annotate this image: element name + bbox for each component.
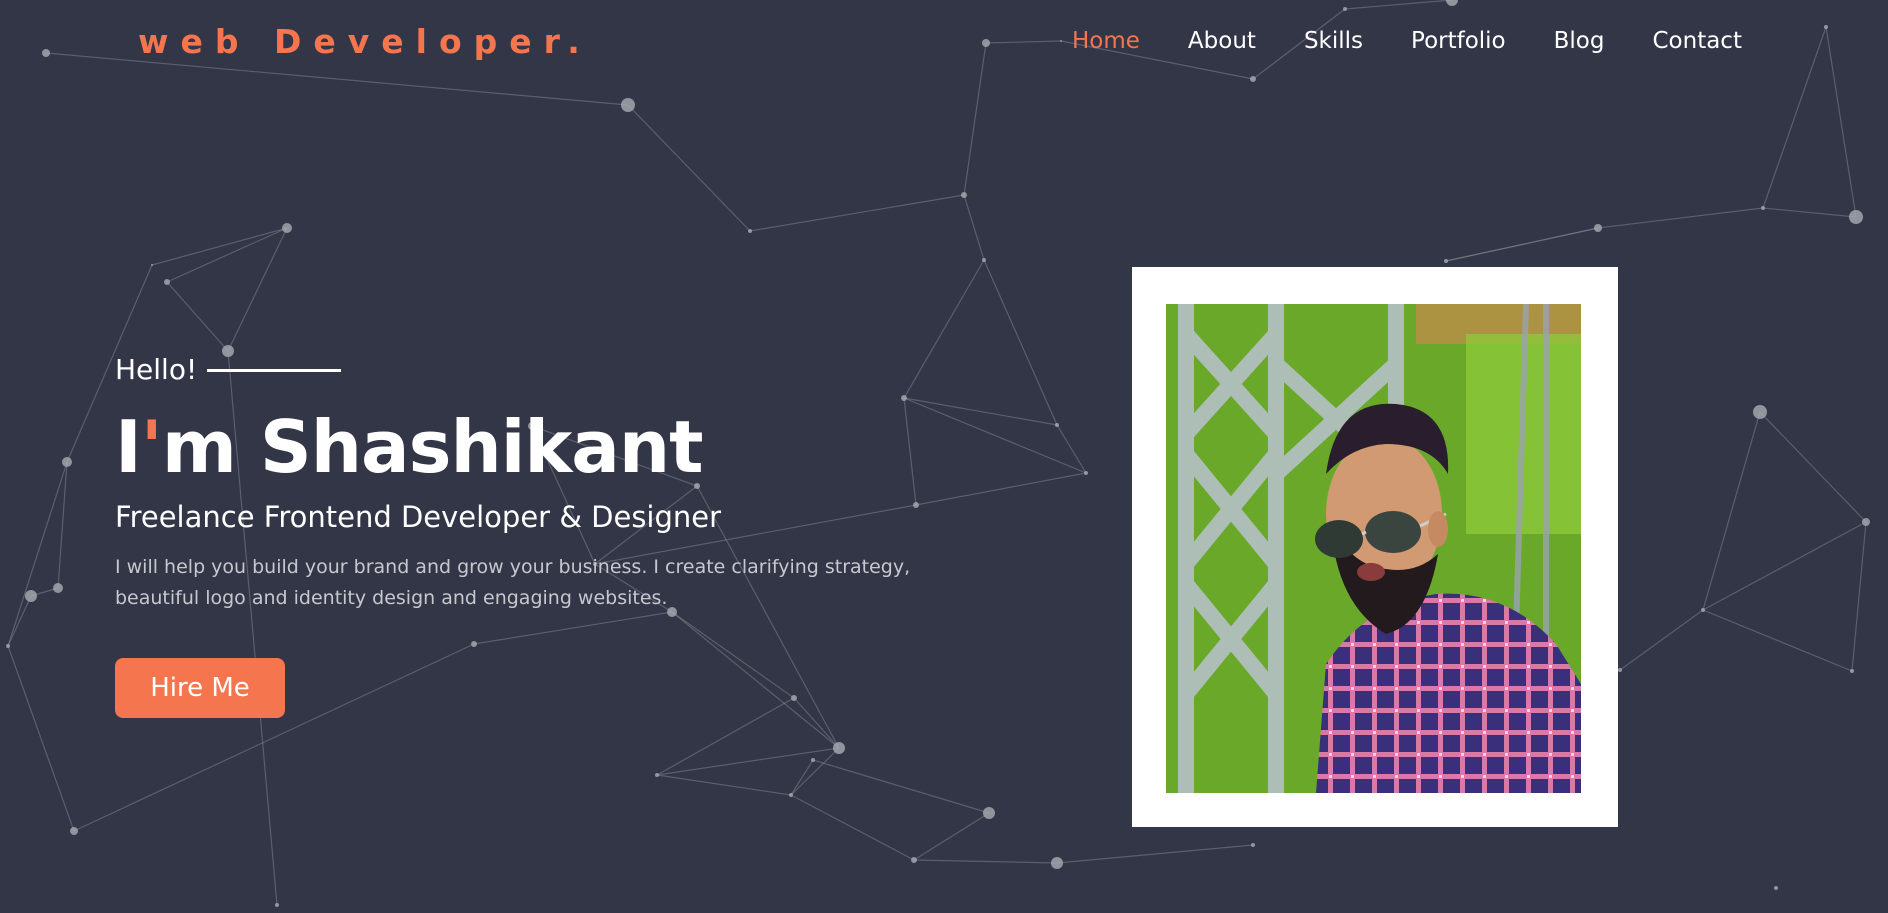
network-link (57, 461, 68, 589)
network-node (983, 807, 995, 819)
network-node (1849, 210, 1863, 224)
network-node (1824, 25, 1828, 29)
network-link (7, 461, 68, 647)
network-node (789, 793, 793, 797)
network-node (42, 49, 50, 57)
network-link (1762, 26, 1827, 209)
network-node (282, 223, 292, 233)
network-link (166, 281, 229, 352)
hero-name: I'm Shashikant (115, 406, 955, 488)
network-link (227, 227, 288, 352)
network-link (913, 859, 1058, 864)
network-link (166, 227, 288, 283)
network-link (985, 40, 1062, 44)
network-link (7, 645, 75, 832)
network-link (7, 595, 32, 647)
network-link (1344, 0, 1453, 10)
nav-home[interactable]: Home (1072, 28, 1140, 54)
greeting-row: Hello! (115, 350, 955, 388)
network-link (812, 759, 990, 814)
network-node (982, 258, 986, 262)
network-node (62, 457, 72, 467)
main-nav: Home About Skills Portfolio Blog Contact (1072, 28, 1742, 54)
network-node (275, 903, 279, 907)
photo-frame (1132, 267, 1618, 827)
nav-skills[interactable]: Skills (1304, 28, 1363, 54)
hero-section: Hello! I'm Shashikant Freelance Frontend… (115, 350, 955, 718)
network-node (70, 827, 78, 835)
greeting-underline (207, 368, 342, 372)
page: web Developer. Home About Skills Portfol… (0, 0, 1888, 913)
nav-portfolio[interactable]: Portfolio (1411, 28, 1506, 54)
network-link (1619, 609, 1704, 671)
network-node (811, 758, 815, 762)
nav-about[interactable]: About (1188, 28, 1256, 54)
network-node (961, 192, 967, 198)
name-apostrophe: ' (140, 405, 163, 489)
network-node (982, 39, 990, 47)
name-rest: m Shashikant (161, 405, 704, 489)
nav-blog[interactable]: Blog (1554, 28, 1605, 54)
network-link (151, 227, 288, 266)
network-node (151, 264, 153, 266)
network-link (790, 794, 915, 861)
network-node (1444, 259, 1448, 263)
greeting-text: Hello! (115, 352, 198, 386)
network-link (963, 194, 985, 261)
network-node (1055, 423, 1059, 427)
network-link (790, 747, 840, 796)
network-node (1594, 224, 1602, 232)
network-link (1759, 411, 1867, 523)
site-logo[interactable]: web Developer. (138, 22, 592, 61)
network-link (1702, 411, 1761, 611)
network-node (53, 583, 63, 593)
network-node (1060, 40, 1062, 42)
network-link (913, 812, 990, 861)
nav-contact[interactable]: Contact (1652, 28, 1741, 54)
network-node (1701, 608, 1705, 612)
hero-description: I will help you build your brand and gro… (115, 556, 911, 609)
network-link (1056, 424, 1087, 474)
network-node (25, 590, 37, 602)
network-link (1702, 609, 1853, 672)
network-node (1084, 471, 1088, 475)
network-node (655, 773, 659, 777)
network-node (833, 742, 845, 754)
network-link (1597, 207, 1764, 229)
network-link (656, 774, 792, 796)
profile-photo-illustration (1166, 304, 1581, 793)
network-node (911, 857, 917, 863)
network-link (1851, 521, 1867, 672)
network-link (1825, 26, 1857, 218)
network-link (1056, 844, 1254, 864)
network-node (1446, 0, 1458, 6)
network-node (1051, 857, 1063, 869)
network-node (621, 98, 635, 112)
network-node (1850, 669, 1854, 673)
network-link (963, 42, 987, 196)
network-node (1862, 518, 1870, 526)
profile-photo (1166, 304, 1581, 793)
network-link (1762, 207, 1857, 218)
network-link (1702, 521, 1867, 611)
network-link (983, 259, 1058, 426)
network-link (627, 104, 751, 232)
hire-me-button[interactable]: Hire Me (115, 658, 285, 718)
network-node (748, 229, 752, 233)
network-link (749, 194, 965, 232)
network-node (1774, 886, 1778, 890)
network-link (1445, 227, 1599, 262)
network-node (164, 279, 170, 285)
network-node (1753, 405, 1767, 419)
network-node (1761, 206, 1765, 210)
network-node (1251, 843, 1255, 847)
network-node (6, 644, 10, 648)
network-node (1343, 7, 1347, 11)
name-letter-i: I (115, 405, 142, 489)
network-node (1618, 668, 1622, 672)
hero-subtitle: Freelance Frontend Developer & Designer (115, 500, 722, 534)
network-node (1250, 76, 1256, 82)
